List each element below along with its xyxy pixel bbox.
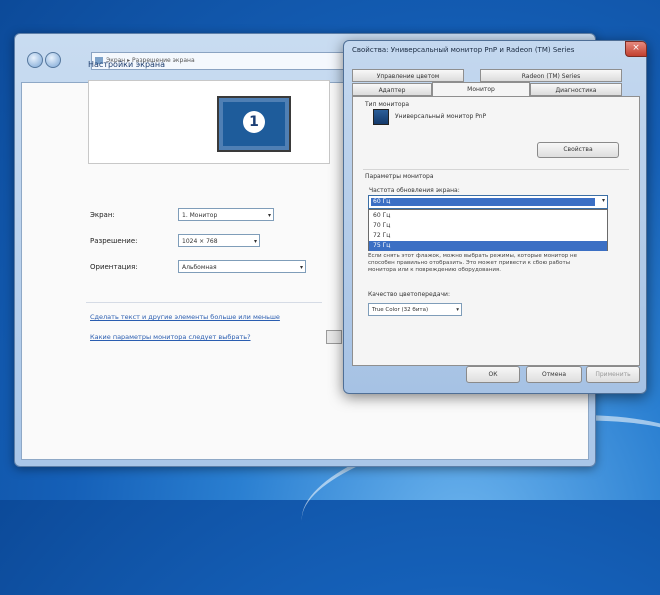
- properties-button[interactable]: Свойства: [537, 142, 619, 158]
- text-size-link[interactable]: Сделать текст и другие элементы больше и…: [90, 313, 280, 321]
- orientation-value: Альбомная: [182, 264, 217, 271]
- monitor-icon: [373, 109, 389, 125]
- dialog-title: Свойства: Универсальный монитор PnP и Ra…: [352, 46, 575, 54]
- monitor-type-label: Тип монитора: [365, 101, 410, 108]
- divider: [86, 302, 322, 303]
- chevron-down-icon: ▾: [456, 307, 459, 313]
- orientation-label: Ориентация:: [90, 263, 138, 271]
- refresh-option-highlighted[interactable]: 75 Гц: [369, 241, 607, 251]
- page-title: Настройки экрана: [88, 60, 166, 69]
- refresh-rate-dropdown: 60 Гц 70 Гц 72 Гц 75 Гц: [368, 209, 608, 251]
- refresh-rate-label: Частота обновления экрана:: [369, 187, 460, 194]
- color-quality-select[interactable]: True Color (32 бита) ▾: [368, 303, 462, 316]
- apply-button-partial[interactable]: [326, 330, 342, 344]
- refresh-option[interactable]: 60 Гц: [369, 211, 607, 221]
- resolution-label: Разрешение:: [90, 237, 138, 245]
- tab-monitor[interactable]: Монитор: [432, 82, 530, 97]
- resolution-value: 1024 × 768: [182, 238, 218, 245]
- color-quality-value: True Color (32 бита): [372, 307, 429, 313]
- cancel-button[interactable]: Отмена: [526, 366, 582, 383]
- chevron-down-icon: ▾: [267, 212, 271, 219]
- resolution-select[interactable]: 1024 × 768 ▾: [178, 234, 260, 247]
- refresh-option[interactable]: 70 Гц: [369, 221, 607, 231]
- monitor-properties-dialog: Свойства: Универсальный монитор PnP и Ra…: [343, 40, 647, 394]
- divider: [363, 169, 629, 170]
- monitor-help-link[interactable]: Какие параметры монитора следует выбрать…: [90, 333, 251, 341]
- tab-adapter[interactable]: Адаптер: [352, 83, 432, 96]
- chevron-down-icon: ▾: [299, 264, 303, 271]
- display-select[interactable]: 1. Монитор ▾: [178, 208, 274, 221]
- tab-diagnostics[interactable]: Диагностика: [530, 83, 622, 96]
- apply-button[interactable]: Применить: [586, 366, 640, 383]
- refresh-rate-value: 60 Гц: [371, 198, 595, 206]
- ok-button[interactable]: ОК: [466, 366, 520, 383]
- orientation-select[interactable]: Альбомная ▾: [178, 260, 306, 273]
- refresh-description: Если снять этот флажок, можно выбрать ре…: [368, 253, 578, 273]
- tab-color-management[interactable]: Управление цветом: [352, 69, 464, 82]
- forward-button[interactable]: [45, 52, 61, 68]
- monitor-name: Универсальный монитор PnP: [395, 113, 487, 120]
- tab-radeon[interactable]: Radeon (TM) Series: [480, 69, 622, 82]
- close-icon[interactable]: ×: [625, 41, 647, 57]
- monitor-icon[interactable]: 1: [217, 96, 291, 152]
- monitor-number: 1: [243, 111, 265, 133]
- refresh-option[interactable]: 72 Гц: [369, 231, 607, 241]
- back-button[interactable]: [27, 52, 43, 68]
- display-value: 1. Монитор: [182, 212, 218, 219]
- chevron-down-icon: ▾: [253, 238, 257, 245]
- monitor-settings-label: Параметры монитора: [365, 173, 434, 180]
- color-quality-label: Качество цветопередачи:: [368, 291, 450, 298]
- chevron-down-icon: ▾: [601, 197, 605, 204]
- display-preview: 1: [88, 80, 330, 164]
- display-label: Экран:: [90, 211, 115, 219]
- refresh-rate-select[interactable]: 60 Гц ▾: [368, 195, 608, 209]
